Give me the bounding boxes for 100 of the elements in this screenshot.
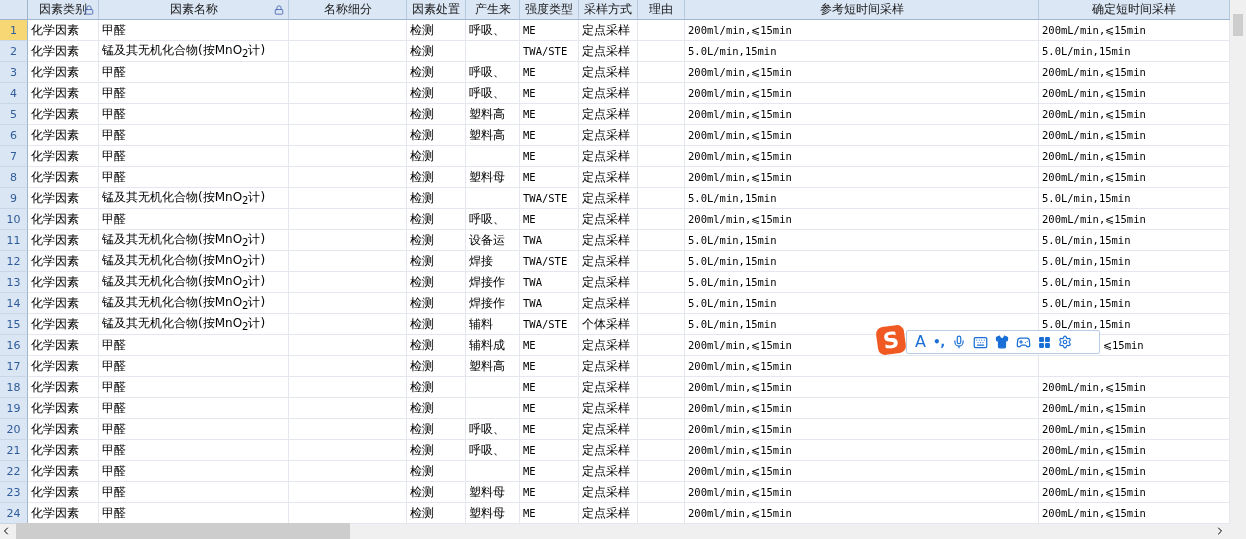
column-header[interactable]: 强度类型 — [520, 0, 579, 20]
table-cell: 200mL/min,⩽15min — [1039, 83, 1230, 104]
table-cell: 甲醛 — [99, 125, 289, 146]
row-number[interactable]: 4 — [0, 83, 28, 104]
row-number[interactable]: 6 — [0, 125, 28, 146]
horizontal-scrollbar[interactable] — [0, 523, 1246, 539]
row-number[interactable]: 5 — [0, 104, 28, 125]
empty-cell — [638, 230, 685, 251]
table-cell: 200mL/min,⩽15min — [1039, 440, 1230, 461]
keyboard-icon[interactable] — [973, 334, 989, 350]
row-number[interactable]: 20 — [0, 419, 28, 440]
row-number[interactable]: 17 — [0, 356, 28, 377]
table-cell: 塑料母 — [466, 482, 520, 503]
table-cell: 检测 — [407, 188, 466, 209]
table-cell: TWA — [520, 293, 579, 314]
table-cell: 辅料 — [466, 314, 520, 335]
empty-cell — [638, 167, 685, 188]
table-cell: 定点采样 — [579, 356, 638, 377]
table-cell: 200mL/min,⩽15min — [1039, 20, 1230, 41]
table-cell: 5.0L/min,15min — [1039, 251, 1230, 272]
table-cell: 甲醛 — [99, 83, 289, 104]
table-cell: 5.0L/min,15min — [1039, 41, 1230, 62]
table-cell: 化学因素 — [28, 104, 99, 125]
row-number[interactable]: 8 — [0, 167, 28, 188]
language-mode[interactable]: A — [915, 334, 926, 350]
row-number[interactable]: 12 — [0, 251, 28, 272]
punctuation-mode[interactable]: •, — [932, 335, 946, 349]
row-number[interactable]: 23 — [0, 482, 28, 503]
row-number[interactable]: 9 — [0, 188, 28, 209]
row-number[interactable]: 22 — [0, 461, 28, 482]
row-number[interactable]: 2 — [0, 41, 28, 62]
table-cell: 锰及其无机化合物(按MnO$_{2}$计) — [99, 314, 289, 335]
table-cell: 化学因素 — [28, 314, 99, 335]
row-number[interactable]: 18 — [0, 377, 28, 398]
table-cell: 5.0L/min,15min — [685, 230, 1039, 251]
table-cell: ME — [520, 377, 579, 398]
settings-icon[interactable] — [1058, 335, 1073, 349]
column-header[interactable]: 产生来 — [466, 0, 520, 20]
table-cell: 200ml/min,⩽15min — [685, 440, 1039, 461]
table-cell: 化学因素 — [28, 167, 99, 188]
row-number[interactable]: 10 — [0, 209, 28, 230]
column-header[interactable]: 因素处置 — [407, 0, 466, 20]
microphone-icon[interactable] — [952, 335, 967, 349]
column-header[interactable]: 名称细分 — [289, 0, 407, 20]
table-cell: 检测 — [407, 104, 466, 125]
table-cell: ME — [520, 482, 579, 503]
row-number[interactable]: 21 — [0, 440, 28, 461]
empty-cell — [638, 41, 685, 62]
gamepad-icon[interactable] — [1016, 334, 1032, 350]
table-cell: 化学因素 — [28, 293, 99, 314]
row-number[interactable]: 7 — [0, 146, 28, 167]
row-number[interactable]: 15 — [0, 314, 28, 335]
table-cell: 化学因素 — [28, 125, 99, 146]
column-header[interactable]: 确定短时间采样 — [1039, 0, 1230, 20]
table-cell: 200mL/min,⩽15min — [1039, 104, 1230, 125]
vertical-scrollbar[interactable] — [1230, 0, 1246, 523]
column-header[interactable]: 因素名称 — [99, 0, 289, 20]
table-cell: 定点采样 — [579, 104, 638, 125]
column-header[interactable]: 因素类别 — [28, 0, 99, 20]
table-cell: 定点采样 — [579, 83, 638, 104]
table-cell: 检测 — [407, 377, 466, 398]
row-number[interactable]: 24 — [0, 503, 28, 524]
row-number[interactable]: 1 — [0, 20, 28, 41]
shirt-icon[interactable] — [995, 335, 1010, 349]
grid-icon[interactable] — [1038, 335, 1052, 349]
row-number[interactable]: 13 — [0, 272, 28, 293]
table-cell: 200ml/min,⩽15min — [685, 356, 1039, 377]
column-header[interactable]: 参考短时间采样 — [685, 0, 1039, 20]
table-cell: 检测 — [407, 230, 466, 251]
row-number[interactable]: 11 — [0, 230, 28, 251]
table-cell: 检测 — [407, 62, 466, 83]
table-cell: ME — [520, 83, 579, 104]
column-header[interactable]: 理由 — [638, 0, 685, 20]
table-cell: 定点采样 — [579, 209, 638, 230]
table-cell: 甲醛 — [99, 146, 289, 167]
table-cell: ME — [520, 335, 579, 356]
empty-cell — [638, 188, 685, 209]
empty-cell — [638, 146, 685, 167]
table-cell: 化学因素 — [28, 188, 99, 209]
table-cell: 化学因素 — [28, 83, 99, 104]
table-cell: 定点采样 — [579, 41, 638, 62]
table-cell: 定点采样 — [579, 482, 638, 503]
row-number[interactable]: 19 — [0, 398, 28, 419]
table-cell: 200ml/min,⩽15min — [685, 20, 1039, 41]
row-number[interactable]: 16 — [0, 335, 28, 356]
table-cell: 化学因素 — [28, 41, 99, 62]
table-cell: ME — [520, 440, 579, 461]
table-cell: 锰及其无机化合物(按MnO$_{2}$计) — [99, 188, 289, 209]
table-cell: 检测 — [407, 83, 466, 104]
row-number[interactable]: 14 — [0, 293, 28, 314]
row-number[interactable]: 3 — [0, 62, 28, 83]
table-cell: 200ml/min,⩽15min — [685, 62, 1039, 83]
table-cell: 200ml/min,⩽15min — [685, 377, 1039, 398]
empty-cell — [638, 293, 685, 314]
column-header[interactable]: 采样方式 — [579, 0, 638, 20]
table-cell: 200mL/min,⩽15min — [1039, 482, 1230, 503]
table-cell: 定点采样 — [579, 251, 638, 272]
table-cell: 化学因素 — [28, 356, 99, 377]
ime-logo[interactable]: S — [875, 324, 907, 356]
table-cell: 甲醛 — [99, 20, 289, 41]
